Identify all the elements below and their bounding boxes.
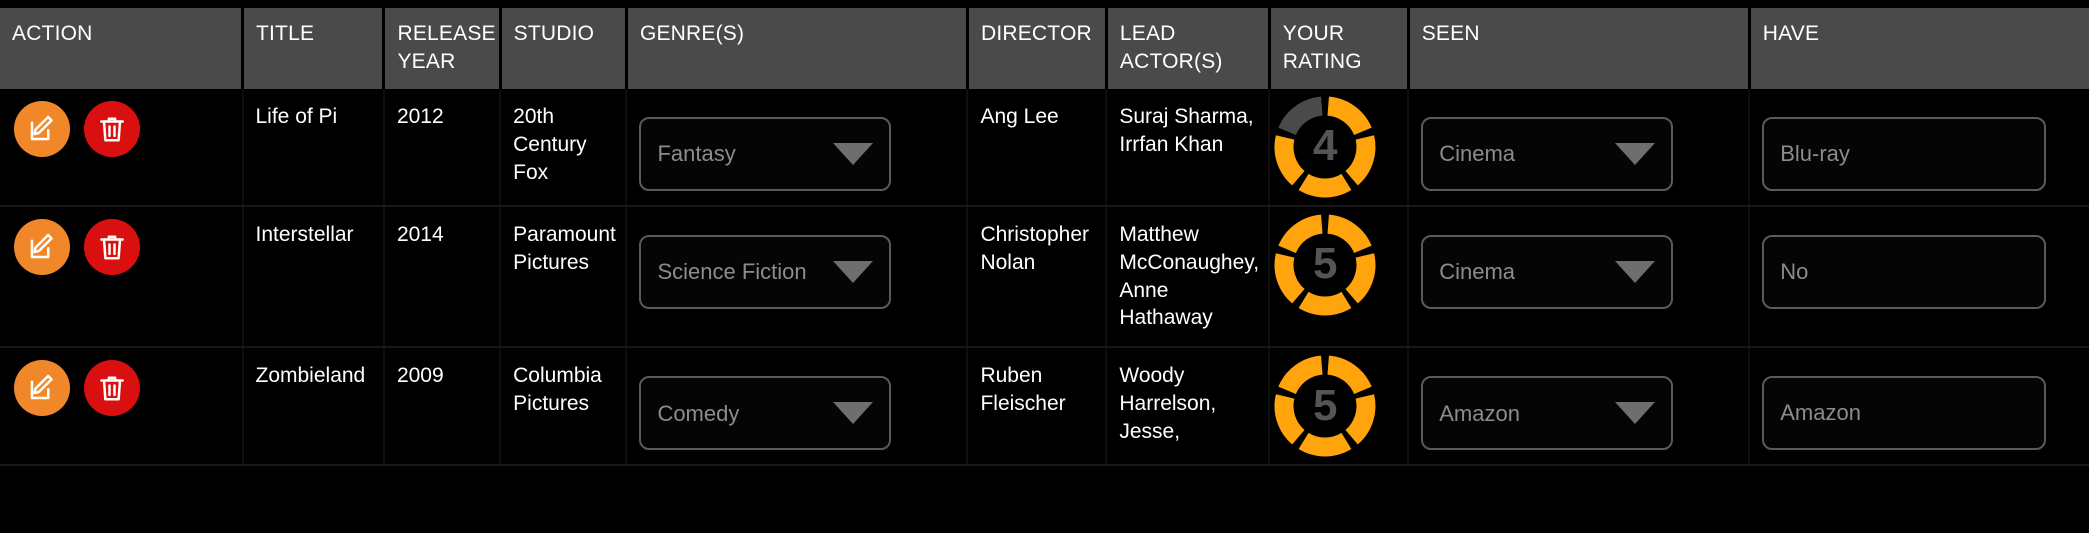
cell-lead-actors: Suraj Sharma, Irrfan Khan — [1106, 88, 1271, 207]
genre-select[interactable]: Fantasy — [639, 116, 892, 191]
cell-director: Ang Lee — [967, 88, 1108, 207]
trash-icon — [97, 232, 127, 262]
edit-button[interactable] — [14, 100, 70, 157]
table-row: Zombieland 2009 Columbia Pictures Comedy… — [0, 347, 2089, 467]
edit-pencil-icon — [27, 114, 57, 144]
have-input[interactable] — [1762, 376, 2047, 451]
table-row: Interstellar 2014 Paramount Pictures Sci… — [0, 205, 2089, 349]
column-header-studio[interactable]: STUDIO — [500, 8, 628, 89]
cell-genres: Comedy — [626, 347, 969, 467]
cell-have — [1749, 347, 2089, 467]
cell-seen: Cinema — [1408, 88, 1751, 207]
have-input[interactable] — [1762, 116, 2047, 191]
edit-pencil-icon — [27, 373, 57, 403]
movie-collection-table: ACTION TITLE RELEASE YEAR STUDIO GENRE(S… — [0, 8, 2089, 467]
seen-select[interactable]: Cinema — [1421, 234, 1674, 309]
column-header-release-year[interactable]: RELEASE YEAR — [383, 8, 502, 89]
column-header-title[interactable]: TITLE — [242, 8, 386, 89]
cell-title: Life of Pi — [242, 88, 385, 207]
trash-icon — [97, 373, 127, 403]
table-header: ACTION TITLE RELEASE YEAR STUDIO GENRE(S… — [0, 8, 2089, 89]
cell-your-rating: 5 — [1267, 347, 1410, 467]
delete-button[interactable] — [84, 218, 140, 275]
table-row: Life of Pi 2012 20th Century Fox Fantasy… — [0, 88, 2089, 207]
rating-donut[interactable]: 4 — [1267, 89, 1383, 205]
edit-pencil-icon — [27, 232, 57, 262]
genre-select-value: Fantasy — [657, 141, 736, 167]
action-buttons — [14, 100, 232, 157]
seen-select-value: Amazon — [1439, 400, 1520, 426]
cell-lead-actors: Woody Harrelson, Jesse, — [1106, 347, 1271, 467]
cell-genres: Science Fiction — [626, 205, 969, 349]
trash-icon — [97, 114, 127, 144]
cell-action — [0, 347, 244, 467]
cell-lead-actors: Matthew McConaughey, Anne Hathaway — [1106, 205, 1271, 349]
column-header-seen[interactable]: SEEN — [1408, 8, 1751, 89]
cell-genres: Fantasy — [626, 88, 969, 207]
cell-have — [1749, 205, 2089, 349]
movie-collection-table-container: ACTION TITLE RELEASE YEAR STUDIO GENRE(S… — [0, 0, 2089, 533]
rating-donut[interactable]: 5 — [1267, 348, 1383, 464]
cell-title: Zombieland — [242, 347, 385, 467]
cell-your-rating: 5 — [1267, 205, 1410, 349]
table-body: Life of Pi 2012 20th Century Fox Fantasy… — [0, 88, 2089, 467]
cell-action — [0, 205, 244, 349]
column-header-lead-actors[interactable]: LEAD ACTOR(S) — [1106, 8, 1271, 89]
genre-select[interactable]: Science Fiction — [639, 234, 892, 309]
column-header-your-rating[interactable]: YOUR RATING — [1269, 8, 1410, 89]
have-input[interactable] — [1762, 234, 2047, 309]
cell-release-year: 2009 — [383, 347, 502, 467]
chevron-down-icon — [1615, 260, 1656, 283]
chevron-down-icon — [1615, 402, 1656, 425]
column-header-director[interactable]: DIRECTOR — [967, 8, 1108, 89]
cell-studio: Columbia Pictures — [500, 347, 628, 467]
cell-action — [0, 88, 244, 207]
genre-select-value: Comedy — [657, 400, 740, 426]
header-row: ACTION TITLE RELEASE YEAR STUDIO GENRE(S… — [0, 8, 2089, 89]
cell-studio: Paramount Pictures — [500, 205, 628, 349]
cell-seen: Amazon — [1408, 347, 1751, 467]
seen-select-value: Cinema — [1439, 259, 1516, 285]
action-buttons — [14, 360, 232, 417]
column-header-genres[interactable]: GENRE(S) — [626, 8, 969, 89]
column-header-action[interactable]: ACTION — [0, 8, 244, 89]
chevron-down-icon — [833, 260, 874, 283]
cell-seen: Cinema — [1408, 205, 1751, 349]
cell-your-rating: 4 — [1267, 88, 1410, 207]
seen-select[interactable]: Amazon — [1421, 376, 1674, 451]
cell-have — [1749, 88, 2089, 207]
cell-release-year: 2014 — [383, 205, 502, 349]
cell-title: Interstellar — [242, 205, 385, 349]
edit-button[interactable] — [14, 218, 70, 275]
column-header-have[interactable]: HAVE — [1749, 8, 2089, 89]
cell-director: Ruben Fleischer — [967, 347, 1108, 467]
cell-release-year: 2012 — [383, 88, 502, 207]
action-buttons — [14, 218, 232, 275]
rating-donut[interactable]: 5 — [1267, 207, 1383, 323]
cell-studio: 20th Century Fox — [500, 88, 628, 207]
chevron-down-icon — [833, 142, 874, 165]
chevron-down-icon — [1615, 142, 1656, 165]
seen-select[interactable]: Cinema — [1421, 116, 1674, 191]
edit-button[interactable] — [14, 360, 70, 417]
delete-button[interactable] — [84, 360, 140, 417]
genre-select-value: Science Fiction — [657, 259, 807, 285]
seen-select-value: Cinema — [1439, 141, 1516, 167]
delete-button[interactable] — [84, 100, 140, 157]
genre-select[interactable]: Comedy — [639, 376, 892, 451]
chevron-down-icon — [833, 402, 874, 425]
cell-director: Christopher Nolan — [967, 205, 1108, 349]
